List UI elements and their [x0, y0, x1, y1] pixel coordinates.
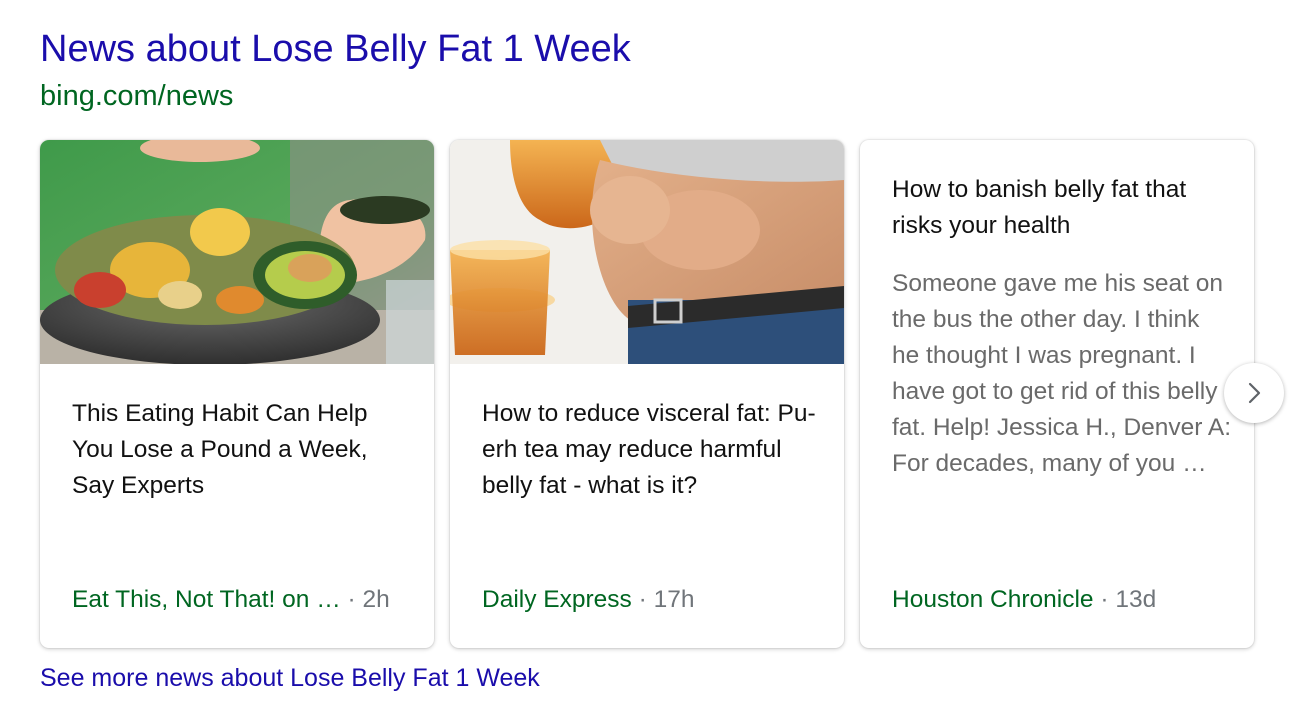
- news-section-title[interactable]: News about Lose Belly Fat 1 Week: [40, 28, 631, 71]
- salad-bowl-image: [40, 140, 434, 364]
- news-card-1[interactable]: This Eating Habit Can Help You Lose a Po…: [40, 140, 434, 648]
- see-more-news-link[interactable]: See more news about Lose Belly Fat 1 Wee…: [40, 664, 540, 693]
- card-snippet: Someone gave me his seat on the bus the …: [892, 270, 1232, 477]
- card-meta: Eat This, Not That! on … · 2h: [72, 586, 390, 614]
- news-card-3[interactable]: How to banish belly fat that risks your …: [860, 140, 1254, 648]
- card-age: 13d: [1115, 586, 1157, 613]
- news-card-2[interactable]: How to reduce visceral fat: Pu-erh tea m…: [450, 140, 844, 648]
- card-headline[interactable]: This Eating Habit Can Help You Lose a Po…: [72, 396, 412, 504]
- meta-separator: ·: [347, 586, 356, 613]
- card-headline[interactable]: How to reduce visceral fat: Pu-erh tea m…: [482, 396, 822, 504]
- card-headline[interactable]: How to banish belly fat that risks your …: [892, 172, 1232, 244]
- meta-separator: ·: [638, 586, 647, 613]
- meta-separator: ·: [1100, 586, 1109, 613]
- news-source-url: bing.com/news: [40, 80, 234, 112]
- card-meta: Houston Chronicle · 13d: [892, 586, 1156, 614]
- belly-tea-image: [450, 140, 844, 364]
- card-publisher[interactable]: Eat This, Not That! on …: [72, 586, 341, 613]
- card-meta: Daily Express · 17h: [482, 586, 694, 614]
- card-image-salad-bowl[interactable]: [40, 140, 434, 364]
- card-publisher[interactable]: Houston Chronicle: [892, 586, 1094, 613]
- chevron-right-icon: [1248, 382, 1261, 404]
- card-age: 17h: [653, 586, 695, 613]
- card-publisher[interactable]: Daily Express: [482, 586, 632, 613]
- card-age: 2h: [362, 586, 390, 613]
- news-carousel-section: News about Lose Belly Fat 1 Week bing.co…: [0, 0, 1296, 714]
- carousel-next-button[interactable]: [1224, 363, 1284, 423]
- card-image-belly-tea[interactable]: [450, 140, 844, 364]
